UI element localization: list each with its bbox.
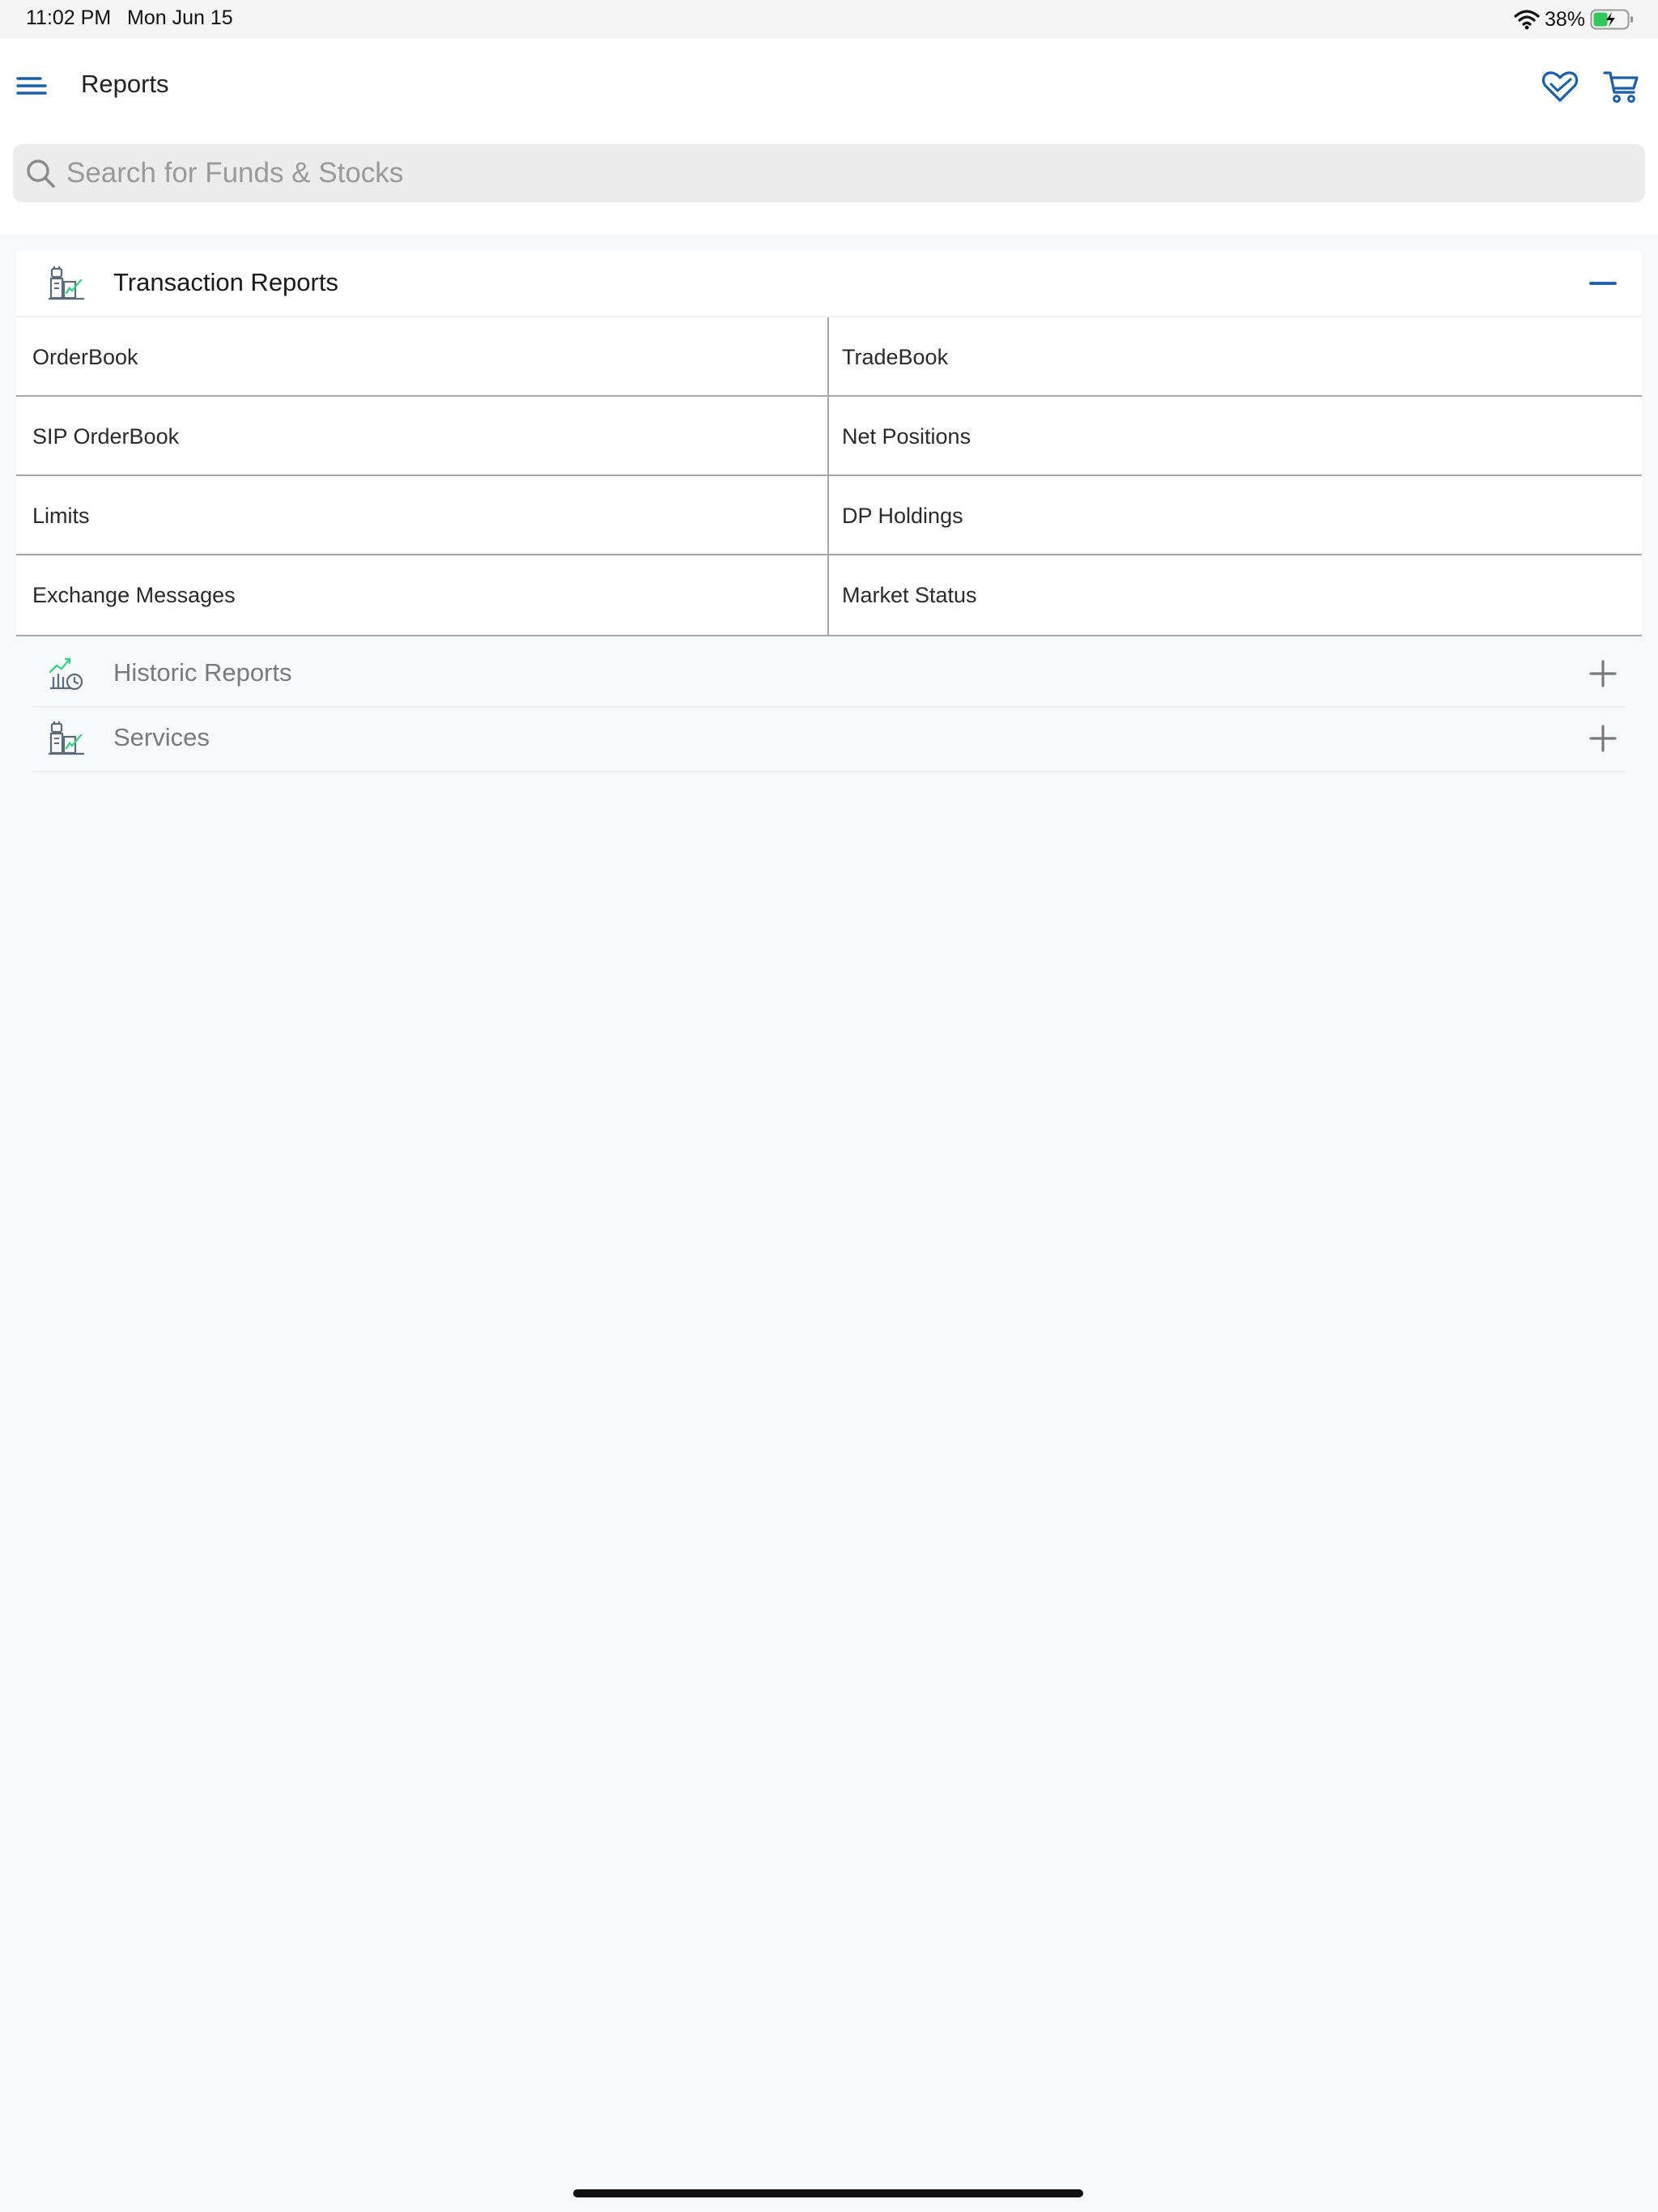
status-bar: 11:02 PM Mon Jun 15 38% — [0, 0, 1658, 39]
dp-holdings-link[interactable]: DP Holdings — [827, 476, 1642, 555]
historic-reports-section[interactable]: Historic Reports — [32, 641, 1626, 708]
battery-percent: 38% — [1544, 7, 1585, 31]
status-date: Mon Jun 15 — [127, 6, 233, 29]
favorites-button[interactable] — [1541, 68, 1579, 105]
cart-button[interactable] — [1603, 68, 1640, 105]
historic-chart-icon — [49, 657, 83, 691]
sip-orderbook-link[interactable]: SIP OrderBook — [16, 397, 827, 476]
exchange-messages-link[interactable]: Exchange Messages — [16, 555, 827, 635]
page-title: Reports — [81, 70, 169, 98]
transaction-reports-section: Transaction Reports OrderBook TradeBook … — [16, 251, 1642, 636]
services-icon — [49, 721, 84, 755]
net-positions-link[interactable]: Net Positions — [827, 397, 1642, 476]
tradebook-link[interactable]: TradeBook — [827, 317, 1642, 397]
cart-icon — [1603, 71, 1639, 103]
battery-charging-icon — [1590, 9, 1633, 30]
status-time: 11:02 PM — [26, 6, 112, 29]
transaction-reports-title: Transaction Reports — [113, 268, 338, 296]
orderbook-link[interactable]: OrderBook — [16, 317, 827, 397]
home-indicator[interactable] — [573, 2189, 1083, 2197]
heart-icon — [1541, 71, 1579, 102]
transaction-reports-grid: OrderBook TradeBook SIP OrderBook Net Po… — [16, 316, 1642, 635]
services-title: Services — [113, 723, 210, 751]
plus-icon[interactable] — [1587, 721, 1619, 753]
transaction-reports-header[interactable]: Transaction Reports — [16, 251, 1642, 316]
market-status-link[interactable]: Market Status — [827, 555, 1642, 635]
menu-button[interactable] — [16, 73, 47, 99]
plus-icon[interactable] — [1587, 656, 1619, 688]
wifi-icon — [1514, 10, 1540, 30]
status-indicators: 38% — [1514, 5, 1635, 34]
minus-icon[interactable] — [1587, 266, 1619, 298]
search-bar[interactable] — [13, 144, 1645, 202]
limits-link[interactable]: Limits — [16, 476, 827, 555]
search-input[interactable] — [60, 144, 1611, 202]
historic-reports-title: Historic Reports — [113, 658, 292, 687]
app-header: Reports — [0, 39, 1658, 235]
services-section[interactable]: Services — [32, 706, 1626, 772]
menu-icon — [16, 77, 47, 95]
search-icon — [27, 160, 55, 188]
reports-icon — [49, 266, 84, 300]
